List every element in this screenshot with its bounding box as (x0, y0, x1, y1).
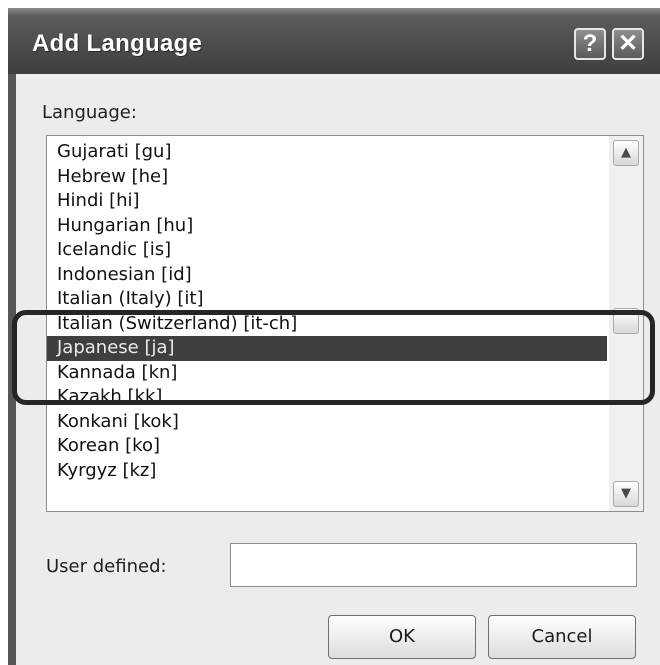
cancel-button[interactable]: Cancel (488, 615, 636, 659)
list-item[interactable]: Indonesian [id] (47, 263, 607, 288)
title-bar[interactable]: Add Language ? ✕ (8, 8, 660, 74)
list-item[interactable]: Gujarati [gu] (47, 140, 607, 165)
close-button[interactable]: ✕ (612, 28, 644, 60)
list-item[interactable]: Hebrew [he] (47, 165, 607, 190)
list-item[interactable]: Icelandic [is] (47, 238, 607, 263)
list-item[interactable]: Hungarian [hu] (47, 214, 607, 239)
scroll-down-icon[interactable]: ▼ (613, 481, 639, 507)
highlight-annotation-box (12, 310, 655, 405)
list-item[interactable]: Italian (Italy) [it] (47, 287, 607, 312)
list-item[interactable]: Konkani [kok] (47, 410, 607, 435)
dialog-title: Add Language (32, 30, 203, 57)
list-item[interactable]: Hindi [hi] (47, 189, 607, 214)
language-label: Language: (42, 102, 137, 123)
list-item[interactable]: Korean [ko] (47, 434, 607, 459)
scroll-up-icon[interactable]: ▲ (613, 140, 639, 166)
help-button[interactable]: ? (574, 28, 606, 60)
ok-button[interactable]: OK (328, 615, 476, 659)
list-item[interactable]: Kyrgyz [kz] (47, 459, 607, 484)
user-defined-label: User defined: (46, 556, 167, 577)
user-defined-input[interactable] (230, 543, 637, 587)
